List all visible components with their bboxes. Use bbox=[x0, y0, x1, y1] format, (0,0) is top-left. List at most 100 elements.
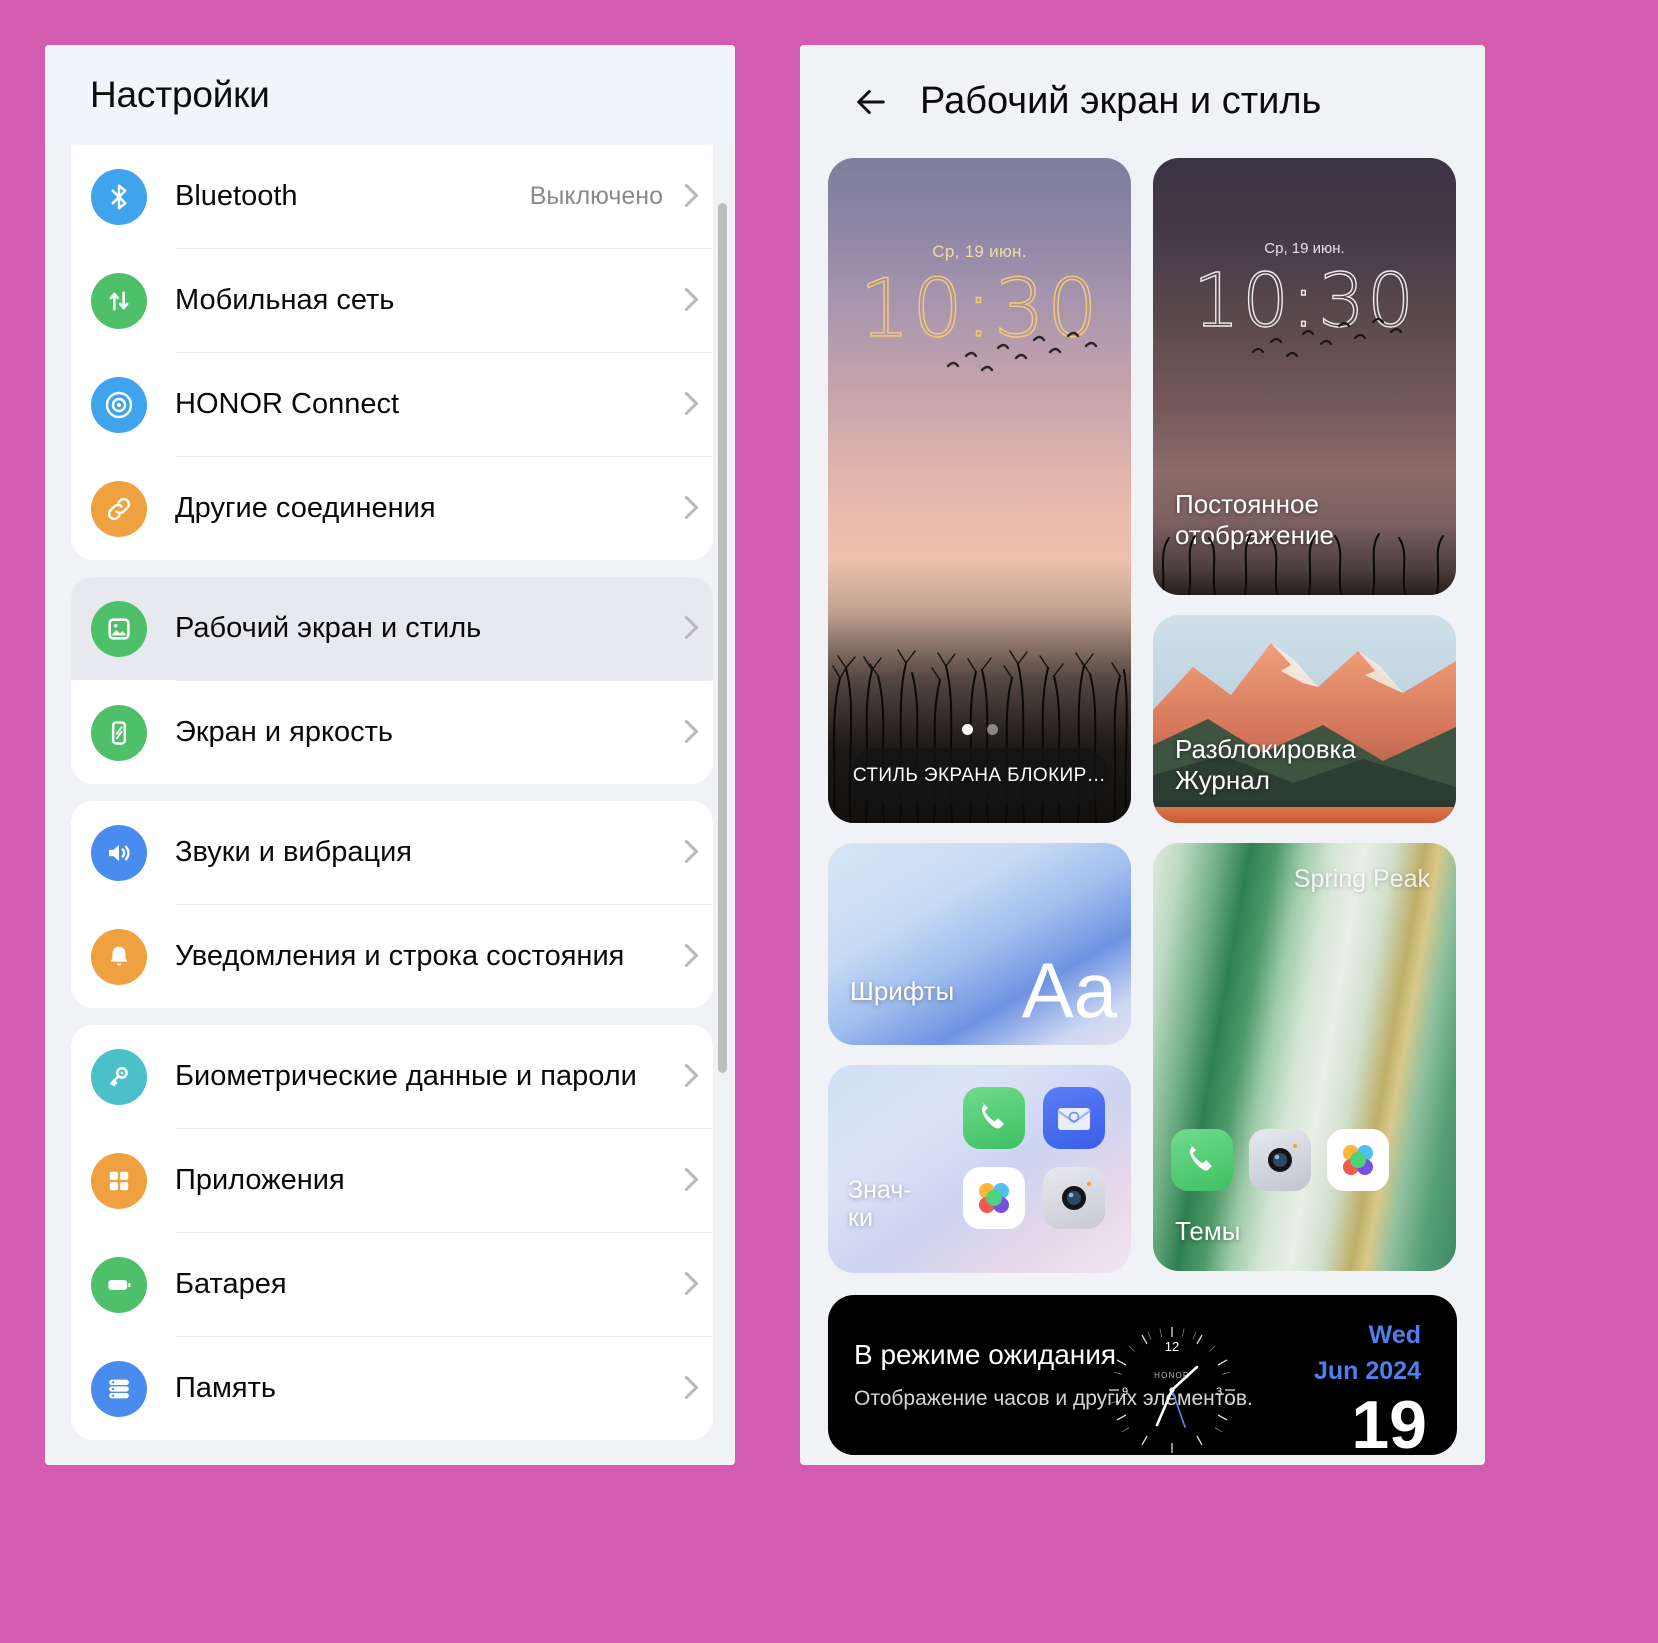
sidebar-item-bluetooth[interactable]: Bluetooth Выключено bbox=[71, 145, 713, 248]
settings-group-connectivity: Bluetooth Выключено Мобильная сеть HONOR… bbox=[71, 145, 713, 560]
speaker-icon bbox=[91, 824, 147, 881]
chevron-right-icon bbox=[677, 614, 695, 644]
themes-card-label: Темы bbox=[1175, 1216, 1241, 1246]
journal-label-line1: Разблокировка bbox=[1175, 733, 1356, 764]
lock-screen-style-card[interactable]: Ср, 19 июн. 10:30 СТИЛЬ ЭКРАНА БЛОКИР… bbox=[828, 158, 1131, 823]
screenshot-stage: Настройки Bluetooth Выключено Мобильная … bbox=[0, 0, 1658, 1643]
standby-day-number: 19 bbox=[1351, 1387, 1427, 1455]
svg-text:3: 3 bbox=[1216, 1386, 1222, 1398]
sidebar-item-honor-connect[interactable]: HONOR Connect bbox=[71, 353, 713, 456]
sidebar-item-apps[interactable]: Приложения bbox=[71, 1129, 713, 1232]
themes-preview-icons bbox=[1171, 1129, 1389, 1191]
fonts-card-label: Шрифты bbox=[850, 976, 955, 1006]
standby-month-year: Jun 2024 bbox=[1313, 1357, 1421, 1385]
settings-group-display: Рабочий экран и стиль Экран и яркость bbox=[71, 577, 713, 784]
always-on-display-card[interactable]: Ср, 19 июн. 10:30 Постоянное отображение bbox=[1153, 158, 1456, 595]
standby-weekday: Wed bbox=[1368, 1321, 1421, 1349]
chevron-right-icon bbox=[677, 942, 695, 972]
sidebar-item-label: Другие соединения bbox=[175, 491, 436, 524]
icons-card[interactable]: Знач- ки bbox=[828, 1065, 1131, 1273]
themes-card[interactable]: Spring Peak Темы bbox=[1153, 843, 1456, 1271]
sidebar-item-label: HONOR Connect bbox=[175, 387, 400, 420]
sidebar-item-biometrics-passwords[interactable]: Биометрические данные и пароли bbox=[71, 1025, 713, 1128]
honor-connect-icon bbox=[91, 376, 147, 433]
standby-mode-card[interactable]: В режиме ожидания Отображение часов и др… bbox=[828, 1295, 1457, 1455]
analog-clock-icon: 12 3 9 HONOR bbox=[1097, 1315, 1247, 1455]
journal-card-label: Разблокировка Журнал bbox=[1175, 734, 1356, 797]
phone-icon bbox=[1171, 1129, 1233, 1191]
settings-panel: Настройки Bluetooth Выключено Мобильная … bbox=[45, 45, 735, 1465]
settings-group-system: Биометрические данные и пароли Приложени… bbox=[71, 1025, 713, 1440]
sidebar-item-battery[interactable]: Батарея bbox=[71, 1233, 713, 1336]
sidebar-item-label: Батарея bbox=[175, 1267, 287, 1300]
lock-screen-date: Ср, 19 июн. bbox=[932, 242, 1027, 261]
sidebar-item-label: Звуки и вибрация bbox=[175, 835, 412, 868]
email-icon bbox=[1043, 1087, 1105, 1149]
detail-header: Рабочий экран и стиль bbox=[800, 45, 1485, 158]
bell-icon bbox=[91, 928, 147, 985]
storage-icon bbox=[91, 1360, 147, 1417]
mobile-network-icon bbox=[91, 272, 147, 329]
arrow-left-icon[interactable] bbox=[850, 81, 892, 123]
sidebar-item-sounds-vibration[interactable]: Звуки и вибрация bbox=[71, 801, 713, 904]
chevron-right-icon bbox=[677, 494, 695, 524]
page-indicator-dots[interactable] bbox=[828, 724, 1131, 735]
icons-card-label: Знач- ки bbox=[848, 1176, 912, 1234]
journal-label-line2: Журнал bbox=[1175, 765, 1270, 796]
home-screen-style-panel: Рабочий экран и стиль Ср, 19 июн. 10:30 bbox=[800, 45, 1485, 1465]
sidebar-item-label: Рабочий экран и стиль bbox=[175, 611, 482, 644]
chevron-right-icon bbox=[677, 1270, 695, 1300]
settings-header: Настройки bbox=[45, 45, 735, 145]
camera-icon bbox=[1043, 1167, 1105, 1229]
fonts-sample-text: Aa bbox=[1021, 946, 1117, 1034]
sidebar-item-label: Приложения bbox=[175, 1163, 345, 1196]
sidebar-item-storage[interactable]: Память bbox=[71, 1337, 713, 1440]
page-title: Настройки bbox=[90, 74, 270, 115]
page-dot-active[interactable] bbox=[961, 724, 973, 735]
sidebar-item-other-connections[interactable]: Другие соединения bbox=[71, 457, 713, 560]
chevron-right-icon bbox=[677, 1166, 695, 1196]
lock-screen-style-pill[interactable]: СТИЛЬ ЭКРАНА БЛОКИР… bbox=[850, 748, 1109, 803]
chevron-right-icon bbox=[677, 390, 695, 420]
brightness-icon bbox=[91, 704, 147, 761]
aod-date: Ср, 19 июн. bbox=[1264, 240, 1345, 257]
style-cards-grid: Ср, 19 июн. 10:30 СТИЛЬ ЭКРАНА БЛОКИР… Ш… bbox=[800, 158, 1485, 1273]
grass-silhouette bbox=[1153, 520, 1456, 595]
settings-scroll-area[interactable]: Bluetooth Выключено Мобильная сеть HONOR… bbox=[45, 145, 735, 1465]
detail-title: Рабочий экран и стиль bbox=[920, 80, 1322, 122]
icons-card-label-line2: ки bbox=[848, 1204, 873, 1233]
camera-icon bbox=[1249, 1129, 1311, 1191]
settings-group-sound: Звуки и вибрация Уведомления и строка со… bbox=[71, 801, 713, 1008]
themes-wallpaper-title: Spring Peak bbox=[1293, 865, 1430, 893]
sidebar-item-display-brightness[interactable]: Экран и яркость bbox=[71, 681, 713, 784]
sidebar-item-mobile-network[interactable]: Мобильная сеть bbox=[71, 249, 713, 352]
link-icon bbox=[91, 480, 147, 537]
battery-icon bbox=[91, 1256, 147, 1313]
icons-card-label-line1: Знач- bbox=[848, 1175, 912, 1204]
phone-icon bbox=[963, 1087, 1025, 1149]
page-dot[interactable] bbox=[986, 724, 998, 735]
chevron-right-icon bbox=[677, 182, 695, 212]
aod-label-line1: Постоянное bbox=[1175, 488, 1319, 519]
sidebar-item-label: Биометрические данные и пароли bbox=[175, 1059, 637, 1092]
birds-decoration-icon bbox=[1245, 308, 1415, 370]
bluetooth-icon bbox=[91, 168, 147, 225]
sidebar-item-home-screen-style[interactable]: Рабочий экран и стиль bbox=[71, 577, 713, 680]
svg-text:12: 12 bbox=[1165, 1339, 1179, 1354]
sidebar-item-label: Уведомления и строка состояния bbox=[175, 939, 625, 972]
sidebar-item-label: Мобильная сеть bbox=[175, 283, 395, 316]
chevron-right-icon bbox=[677, 286, 695, 316]
chevron-right-icon bbox=[677, 1062, 695, 1092]
image-icon bbox=[91, 600, 147, 657]
standby-card-title: В режиме ожидания bbox=[854, 1339, 1117, 1370]
chevron-right-icon bbox=[677, 718, 695, 748]
gallery-icon bbox=[963, 1167, 1025, 1229]
sidebar-item-notifications-status-bar[interactable]: Уведомления и строка состояния bbox=[71, 905, 713, 1008]
sidebar-item-label: Экран и яркость bbox=[175, 715, 393, 748]
fonts-card[interactable]: Шрифты Aa bbox=[828, 843, 1131, 1045]
sidebar-item-label: Память bbox=[175, 1371, 277, 1404]
settings-scrollbar[interactable] bbox=[718, 203, 727, 1073]
unlock-journal-card[interactable]: Разблокировка Журнал bbox=[1153, 615, 1456, 823]
svg-text:9: 9 bbox=[1122, 1386, 1128, 1398]
key-icon bbox=[91, 1048, 147, 1105]
